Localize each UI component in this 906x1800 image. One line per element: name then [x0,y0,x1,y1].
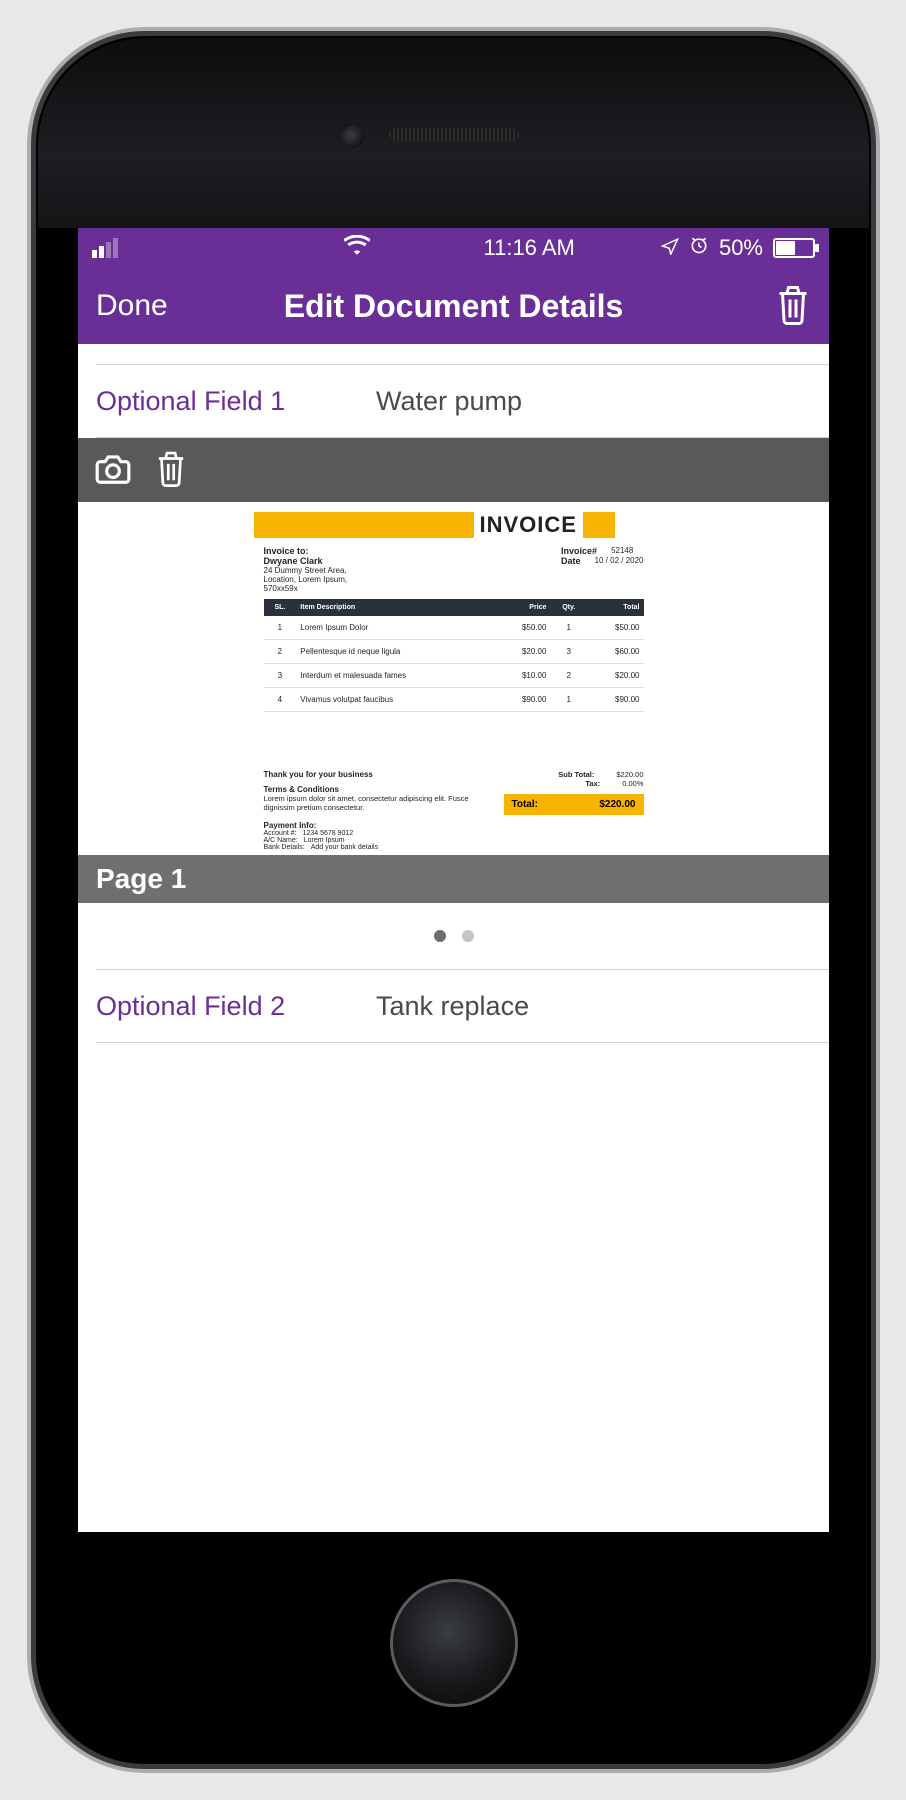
pay-bd-l: Bank Details: [264,844,305,851]
invoice-sheet: INVOICE Invoice to: Dwyane Clark 24 Dumm… [254,512,654,855]
table-row: 2Pellentesque id neque ligula$20.003$60.… [264,640,644,664]
page-dots[interactable] [78,903,829,969]
delete-attachment-button[interactable] [152,449,190,492]
subtotal-label: Sub Total: [558,770,594,779]
col-sl: SL. [264,599,297,616]
device-speaker [389,128,519,142]
divider [96,1042,829,1043]
wifi-icon [344,235,370,261]
optional-field-2-row[interactable]: Optional Field 2 Tank replace [78,970,829,1042]
invoice-terms-h: Terms & Conditions [264,785,339,794]
invoice-addr: 24 Dummy Street Area, [264,566,347,575]
trash-icon [775,283,811,325]
device-camera [342,126,364,148]
invoice-items-table: SL. Item Description Price Qty. Total 1L… [264,599,644,712]
table-row: 1Lorem Ipsum Dolor$50.001$50.00 [264,616,644,640]
table-row: 3Interdum et malesuada fames$10.002$20.0… [264,664,644,688]
invoice-terms: Lorem ipsum dolor sit amet, consectetur … [264,794,469,812]
invoice-thanks: Thank you for your business [264,770,373,779]
location-icon [661,235,679,261]
camera-button[interactable] [94,449,132,492]
field-label: Optional Field 2 [96,991,376,1022]
status-bar: 11:16 AM 50% [78,228,829,268]
pay-an-l: A/C Name: [264,837,298,844]
battery-icon [773,238,815,258]
pay-bd-v: Add your bank details [311,844,378,851]
page-indicator-label: Page 1 [78,855,829,903]
page-dot-1[interactable] [434,930,446,942]
screen: 11:16 AM 50% Done Edit Docume [78,228,829,1532]
invoice-to-heading: Invoice to: [264,546,309,556]
invoice-title: INVOICE [474,512,583,538]
subtotal-value: $220.00 [616,770,643,779]
col-price: Price [494,599,550,616]
camera-icon [94,449,132,487]
invoice-addr: 570xx59x [264,584,298,593]
total-value: $220.00 [599,799,635,810]
pay-acc-v: 1234 5678 9012 [303,830,354,837]
delete-document-button[interactable] [775,283,811,330]
pay-an-v: Lorem Ipsum [304,837,345,844]
table-row: 4Vivamus volutpat faucibus$90.001$90.00 [264,688,644,712]
tax-label: Tax: [585,779,600,788]
col-total: Total [587,599,643,616]
invoice-addr: Location, Lorem Ipsum, [264,575,348,584]
page-dot-2[interactable] [462,930,474,942]
attachment-toolbar [78,438,829,502]
page-title: Edit Document Details [284,288,624,325]
trash-icon [152,449,190,487]
invoice-num-label: Invoice# [561,546,597,556]
home-button[interactable] [390,1579,518,1707]
payment-heading: Payment Info: [264,821,317,830]
invoice-num: 52148 [611,546,633,556]
tax-value: 0.00% [622,779,643,788]
done-button[interactable]: Done [96,289,168,323]
invoice-date: 10 / 02 / 2020 [595,556,644,566]
invoice-date-label: Date [561,556,581,566]
document-preview[interactable]: INVOICE Invoice to: Dwyane Clark 24 Dumm… [78,502,829,855]
col-desc: Item Description [296,599,494,616]
clock-time: 11:16 AM [484,235,575,261]
battery-percent: 50% [719,235,763,261]
total-label: Total: [512,799,538,810]
col-qty: Qty. [550,599,587,616]
invoice-to-name: Dwyane Clark [264,556,323,566]
optional-field-1-row[interactable]: Optional Field 1 Water pump [78,365,829,437]
pay-acc-l: Account #: [264,830,297,837]
signal-icon [92,238,118,258]
navigation-bar: Done Edit Document Details [78,268,829,344]
alarm-icon [689,235,709,261]
field-value: Water pump [376,386,811,417]
field-value: Tank replace [376,991,811,1022]
field-label: Optional Field 1 [96,386,376,417]
